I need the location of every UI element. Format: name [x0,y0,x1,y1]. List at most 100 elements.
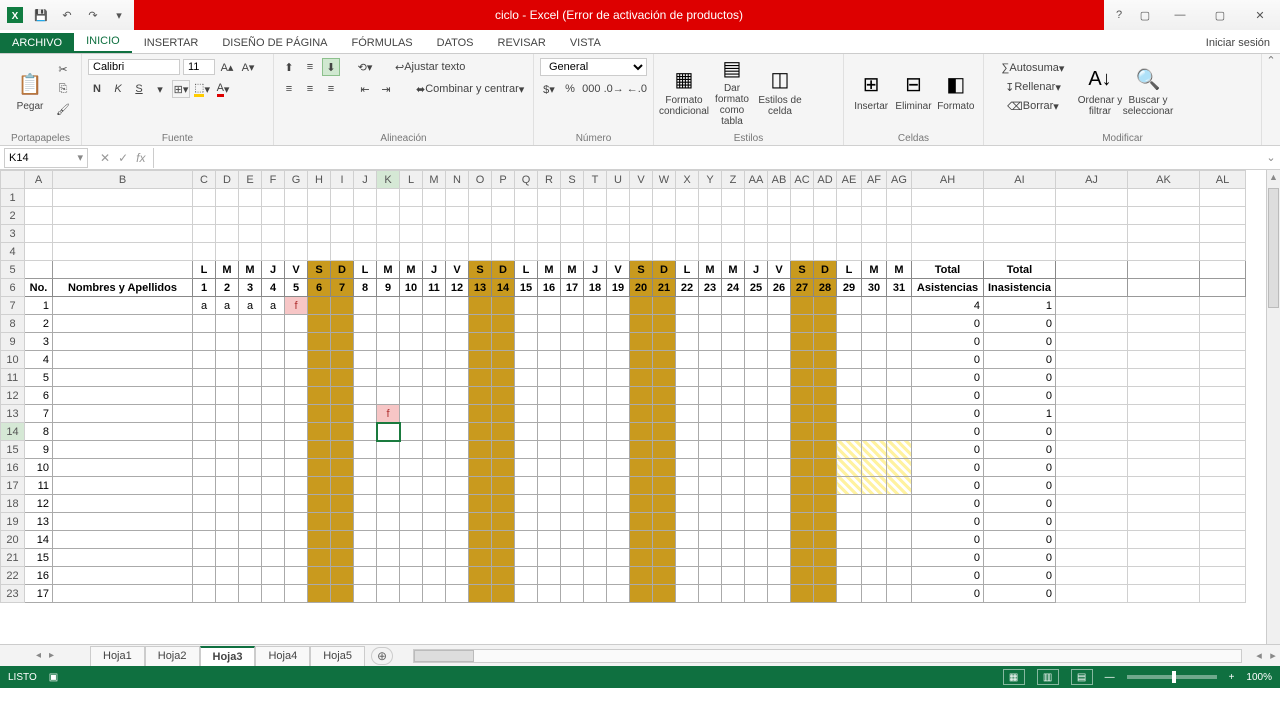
col-header-AB[interactable]: AB [768,171,791,189]
conditional-format-button[interactable]: ▦Formato condicional [660,56,708,126]
cell[interactable] [515,585,538,603]
scroll-right-icon[interactable]: ▸ [1266,649,1280,662]
cell[interactable]: 16 [25,567,53,585]
cell[interactable]: 0 [984,369,1056,387]
cell[interactable] [912,243,984,261]
expand-formula-icon[interactable]: ⌄ [1262,151,1280,164]
cell[interactable] [216,459,239,477]
cell[interactable] [515,369,538,387]
cell[interactable] [887,477,912,495]
cell[interactable] [53,441,193,459]
cell[interactable] [53,315,193,333]
cell[interactable] [653,495,676,513]
col-header-N[interactable]: N [446,171,469,189]
cell[interactable] [53,567,193,585]
cell[interactable] [25,261,53,279]
cell[interactable] [745,315,768,333]
cell[interactable] [239,243,262,261]
cell[interactable]: L [515,261,538,279]
bold-button[interactable]: N [88,80,106,98]
cell[interactable]: D [492,261,515,279]
cell[interactable]: L [676,261,699,279]
cell[interactable] [1128,369,1200,387]
cell[interactable] [561,405,584,423]
cell[interactable] [53,423,193,441]
cell[interactable] [1200,405,1246,423]
cell[interactable] [676,549,699,567]
cell[interactable]: 0 [984,315,1056,333]
cell[interactable] [331,243,354,261]
redo-icon[interactable]: ↷ [82,4,104,26]
cell[interactable] [469,243,492,261]
copy-icon[interactable]: ⎘ [54,80,72,98]
cell[interactable] [768,351,791,369]
ribbon-display-icon[interactable]: ▢ [1134,4,1156,26]
cell[interactable]: 13 [25,513,53,531]
format-table-button[interactable]: ▤Dar formato como tabla [708,56,756,126]
cell[interactable] [446,333,469,351]
cell[interactable] [308,207,331,225]
cell[interactable] [492,207,515,225]
cell[interactable] [1128,261,1200,279]
cell[interactable] [722,477,745,495]
cell[interactable] [492,297,515,315]
cell[interactable] [446,585,469,603]
cell[interactable] [423,513,446,531]
cell[interactable] [768,387,791,405]
cell[interactable] [814,369,837,387]
cell[interactable] [308,567,331,585]
cell[interactable] [653,387,676,405]
cell[interactable] [561,513,584,531]
cell[interactable] [469,315,492,333]
cell[interactable]: a [262,297,285,315]
col-header-AE[interactable]: AE [837,171,862,189]
cell[interactable] [377,549,400,567]
cell[interactable] [239,459,262,477]
cell[interactable] [492,495,515,513]
cell[interactable]: 11 [423,279,446,297]
cell[interactable] [630,513,653,531]
cell[interactable]: M [699,261,722,279]
cell[interactable] [814,189,837,207]
qat-dropdown-icon[interactable]: ▾ [108,4,130,26]
cell[interactable] [423,477,446,495]
cell[interactable] [676,477,699,495]
cell[interactable] [25,189,53,207]
cell[interactable] [262,441,285,459]
cell[interactable] [377,207,400,225]
row-header-8[interactable]: 8 [1,315,25,333]
cell[interactable] [354,405,377,423]
cell[interactable] [1128,441,1200,459]
cell[interactable]: 13 [469,279,492,297]
cell[interactable] [561,441,584,459]
col-header-V[interactable]: V [630,171,653,189]
col-header-R[interactable]: R [538,171,561,189]
cell[interactable] [791,405,814,423]
cell[interactable] [308,189,331,207]
cell[interactable] [837,243,862,261]
cell[interactable] [791,459,814,477]
cell[interactable]: 21 [653,279,676,297]
cell[interactable] [887,297,912,315]
cell[interactable] [216,207,239,225]
cell[interactable] [745,405,768,423]
col-header-I[interactable]: I [331,171,354,189]
cell[interactable] [722,441,745,459]
cell[interactable] [1128,243,1200,261]
cell[interactable] [607,477,630,495]
cell[interactable] [216,549,239,567]
cell[interactable] [653,459,676,477]
cell[interactable] [722,495,745,513]
cell[interactable] [492,423,515,441]
cell[interactable] [193,225,216,243]
cell[interactable] [423,225,446,243]
cell[interactable] [699,495,722,513]
decrease-decimal-icon[interactable]: ←.0 [627,80,647,98]
cell[interactable] [515,351,538,369]
cell[interactable] [607,351,630,369]
insert-cells-button[interactable]: ⊞Insertar [850,56,892,126]
cell[interactable] [423,495,446,513]
cell[interactable] [814,207,837,225]
col-header-W[interactable]: W [653,171,676,189]
cell[interactable] [887,459,912,477]
